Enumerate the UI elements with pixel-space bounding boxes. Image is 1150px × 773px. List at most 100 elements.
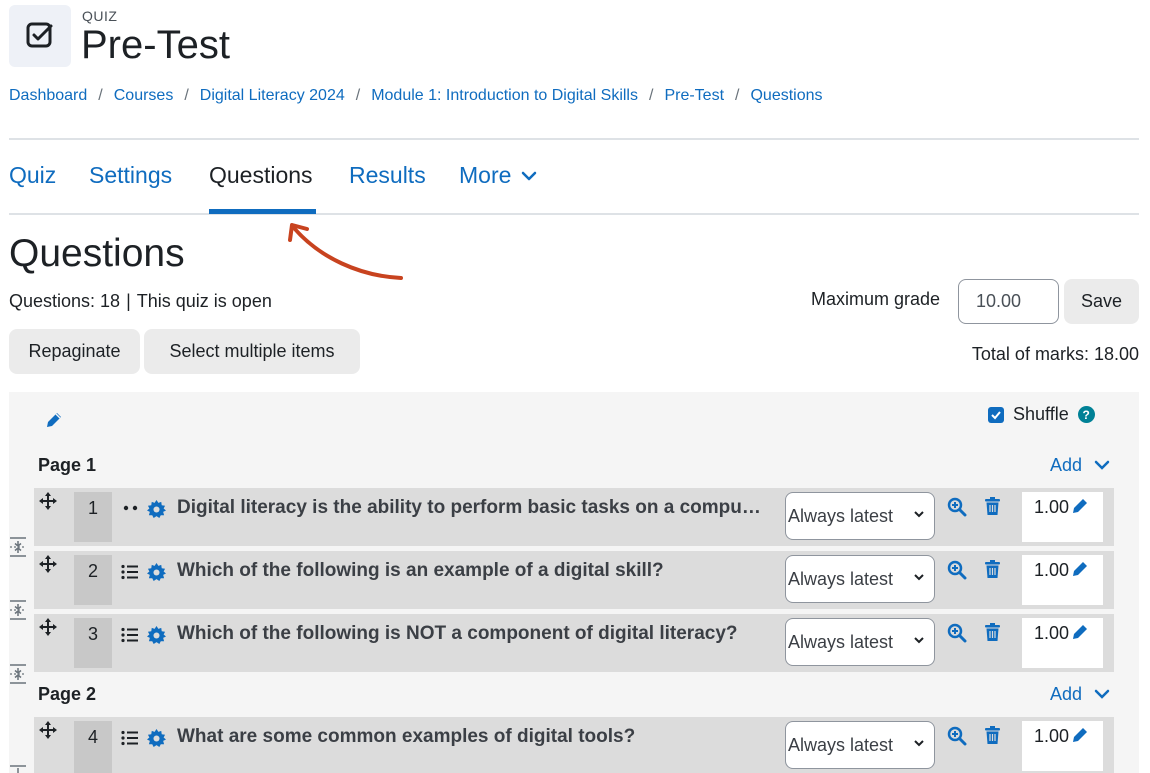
question-text[interactable]: What are some common examples of digital… <box>177 726 777 748</box>
page-label: Page 2 <box>38 684 97 704</box>
breadcrumb-separator: / <box>735 87 740 104</box>
add-label: Add <box>1050 455 1083 475</box>
question-number: 2 <box>74 555 112 605</box>
question-mark[interactable]: 1.00 <box>1022 555 1103 605</box>
move-icon[interactable] <box>38 617 58 637</box>
chevron-down-icon <box>914 511 924 518</box>
pencil-icon[interactable] <box>1071 497 1089 515</box>
gear-icon[interactable] <box>147 626 166 645</box>
preview-zoom-icon[interactable] <box>947 623 967 643</box>
add-label: Add <box>1050 684 1083 704</box>
annotation-arrow-icon <box>288 223 403 280</box>
version-select-value: Always latest <box>788 631 894 652</box>
gear-icon[interactable] <box>147 563 166 582</box>
breadcrumb-module[interactable]: Module 1: Introduction to Digital Skills <box>371 87 638 105</box>
trash-icon[interactable] <box>984 497 1001 516</box>
version-select-value: Always latest <box>788 505 894 526</box>
secondary-navigation: Quiz Settings Questions Results More <box>9 160 1139 215</box>
pencil-icon[interactable] <box>1071 560 1089 578</box>
question-text[interactable]: Which of the following is NOT a componen… <box>177 623 777 645</box>
maximum-grade-label: Maximum grade <box>811 289 941 309</box>
question-number: 3 <box>74 618 112 668</box>
page-label: Page 1 <box>38 455 97 475</box>
repaginate-button[interactable]: Repaginate <box>9 329 140 374</box>
tab-more-label: More <box>459 162 512 188</box>
question-row: 1 Digital literacy is the ability to per… <box>34 488 1114 546</box>
version-select[interactable]: Always latest <box>785 618 935 666</box>
breadcrumb-separator: / <box>648 87 654 104</box>
select-multiple-button[interactable]: Select multiple items <box>144 329 360 374</box>
trash-icon[interactable] <box>984 560 1001 579</box>
tab-more[interactable]: More <box>459 162 537 189</box>
active-tab-indicator <box>209 209 316 214</box>
move-icon[interactable] <box>38 720 58 740</box>
true-false-icon <box>123 505 138 511</box>
move-icon[interactable] <box>38 554 58 574</box>
chevron-down-icon <box>1094 460 1110 470</box>
add-question-menu[interactable]: Add <box>1050 684 1110 705</box>
pencil-icon[interactable] <box>1071 623 1089 641</box>
section-heading: Questions <box>9 232 185 275</box>
chevron-down-icon <box>914 740 924 747</box>
add-question-menu[interactable]: Add <box>1050 455 1110 476</box>
quiz-activity-icon <box>9 5 71 67</box>
total-marks: Total of marks: 18.00 <box>971 344 1139 364</box>
help-icon[interactable]: ? <box>1077 406 1095 423</box>
tab-results[interactable]: Results <box>349 162 426 189</box>
save-button[interactable]: Save <box>1064 279 1139 324</box>
version-select[interactable]: Always latest <box>785 492 935 540</box>
tab-quiz[interactable]: Quiz <box>9 162 56 189</box>
preview-zoom-icon[interactable] <box>947 497 967 517</box>
edit-section-pencil-icon[interactable] <box>45 411 63 429</box>
move-icon[interactable] <box>38 491 58 511</box>
trash-icon[interactable] <box>984 726 1001 745</box>
shuffle-control: Shuffle ? <box>988 404 1095 425</box>
mark-value: 1.00 <box>1034 726 1070 746</box>
breadcrumb-courses[interactable]: Courses <box>114 87 174 105</box>
shuffle-checkbox[interactable] <box>988 406 1004 423</box>
gear-icon[interactable] <box>147 500 166 519</box>
preview-zoom-icon[interactable] <box>947 726 967 746</box>
breadcrumb-course[interactable]: Digital Literacy 2024 <box>200 87 345 105</box>
multiple-choice-icon <box>121 564 138 580</box>
mark-value: 1.00 <box>1034 497 1070 517</box>
breadcrumb-separator: / <box>184 87 189 104</box>
page-break-icon[interactable] <box>9 600 27 620</box>
trash-icon[interactable] <box>984 623 1001 642</box>
question-text[interactable]: Digital literacy is the ability to perfo… <box>177 497 777 519</box>
mark-value: 1.00 <box>1034 623 1070 643</box>
multiple-choice-icon <box>121 627 138 643</box>
divider <box>9 138 1139 140</box>
page-break-icon[interactable] <box>9 537 27 557</box>
question-mark[interactable]: 1.00 <box>1022 721 1103 771</box>
mark-value: 1.00 <box>1034 560 1070 580</box>
question-mark[interactable]: 1.00 <box>1022 492 1103 542</box>
gear-icon[interactable] <box>147 729 166 748</box>
preview-zoom-icon[interactable] <box>947 560 967 580</box>
breadcrumb-quiz[interactable]: Pre-Test <box>664 87 724 105</box>
question-text[interactable]: Which of the following is an example of … <box>177 560 777 582</box>
question-mark[interactable]: 1.00 <box>1022 618 1103 668</box>
question-row: 4 What are some common examples of digit… <box>34 717 1114 773</box>
version-select[interactable]: Always latest <box>785 555 935 603</box>
breadcrumb-questions[interactable]: Questions <box>750 87 822 105</box>
maximum-grade-input[interactable] <box>958 279 1059 324</box>
page-break-icon[interactable] <box>9 664 27 684</box>
chevron-down-icon <box>1094 689 1110 699</box>
version-select-value: Always latest <box>788 734 894 755</box>
pencil-icon[interactable] <box>1071 726 1089 744</box>
page-break-icon[interactable] <box>9 765 27 773</box>
tab-settings[interactable]: Settings <box>89 162 172 189</box>
breadcrumb-separator: / <box>98 87 103 104</box>
questions-count: Questions: 18 <box>9 291 121 311</box>
activity-type-label: QUIZ <box>82 8 118 24</box>
quiz-info: Questions: 18 | This quiz is open <box>9 291 272 312</box>
quiz-status: This quiz is open <box>136 291 272 311</box>
question-number: 4 <box>74 721 112 773</box>
breadcrumb-separator: / <box>355 87 361 104</box>
breadcrumb-dashboard[interactable]: Dashboard <box>9 87 87 105</box>
page-title: Pre-Test <box>81 23 230 67</box>
version-select[interactable]: Always latest <box>785 721 935 769</box>
shuffle-label: Shuffle <box>1013 404 1069 424</box>
tab-questions[interactable]: Questions <box>209 162 313 189</box>
